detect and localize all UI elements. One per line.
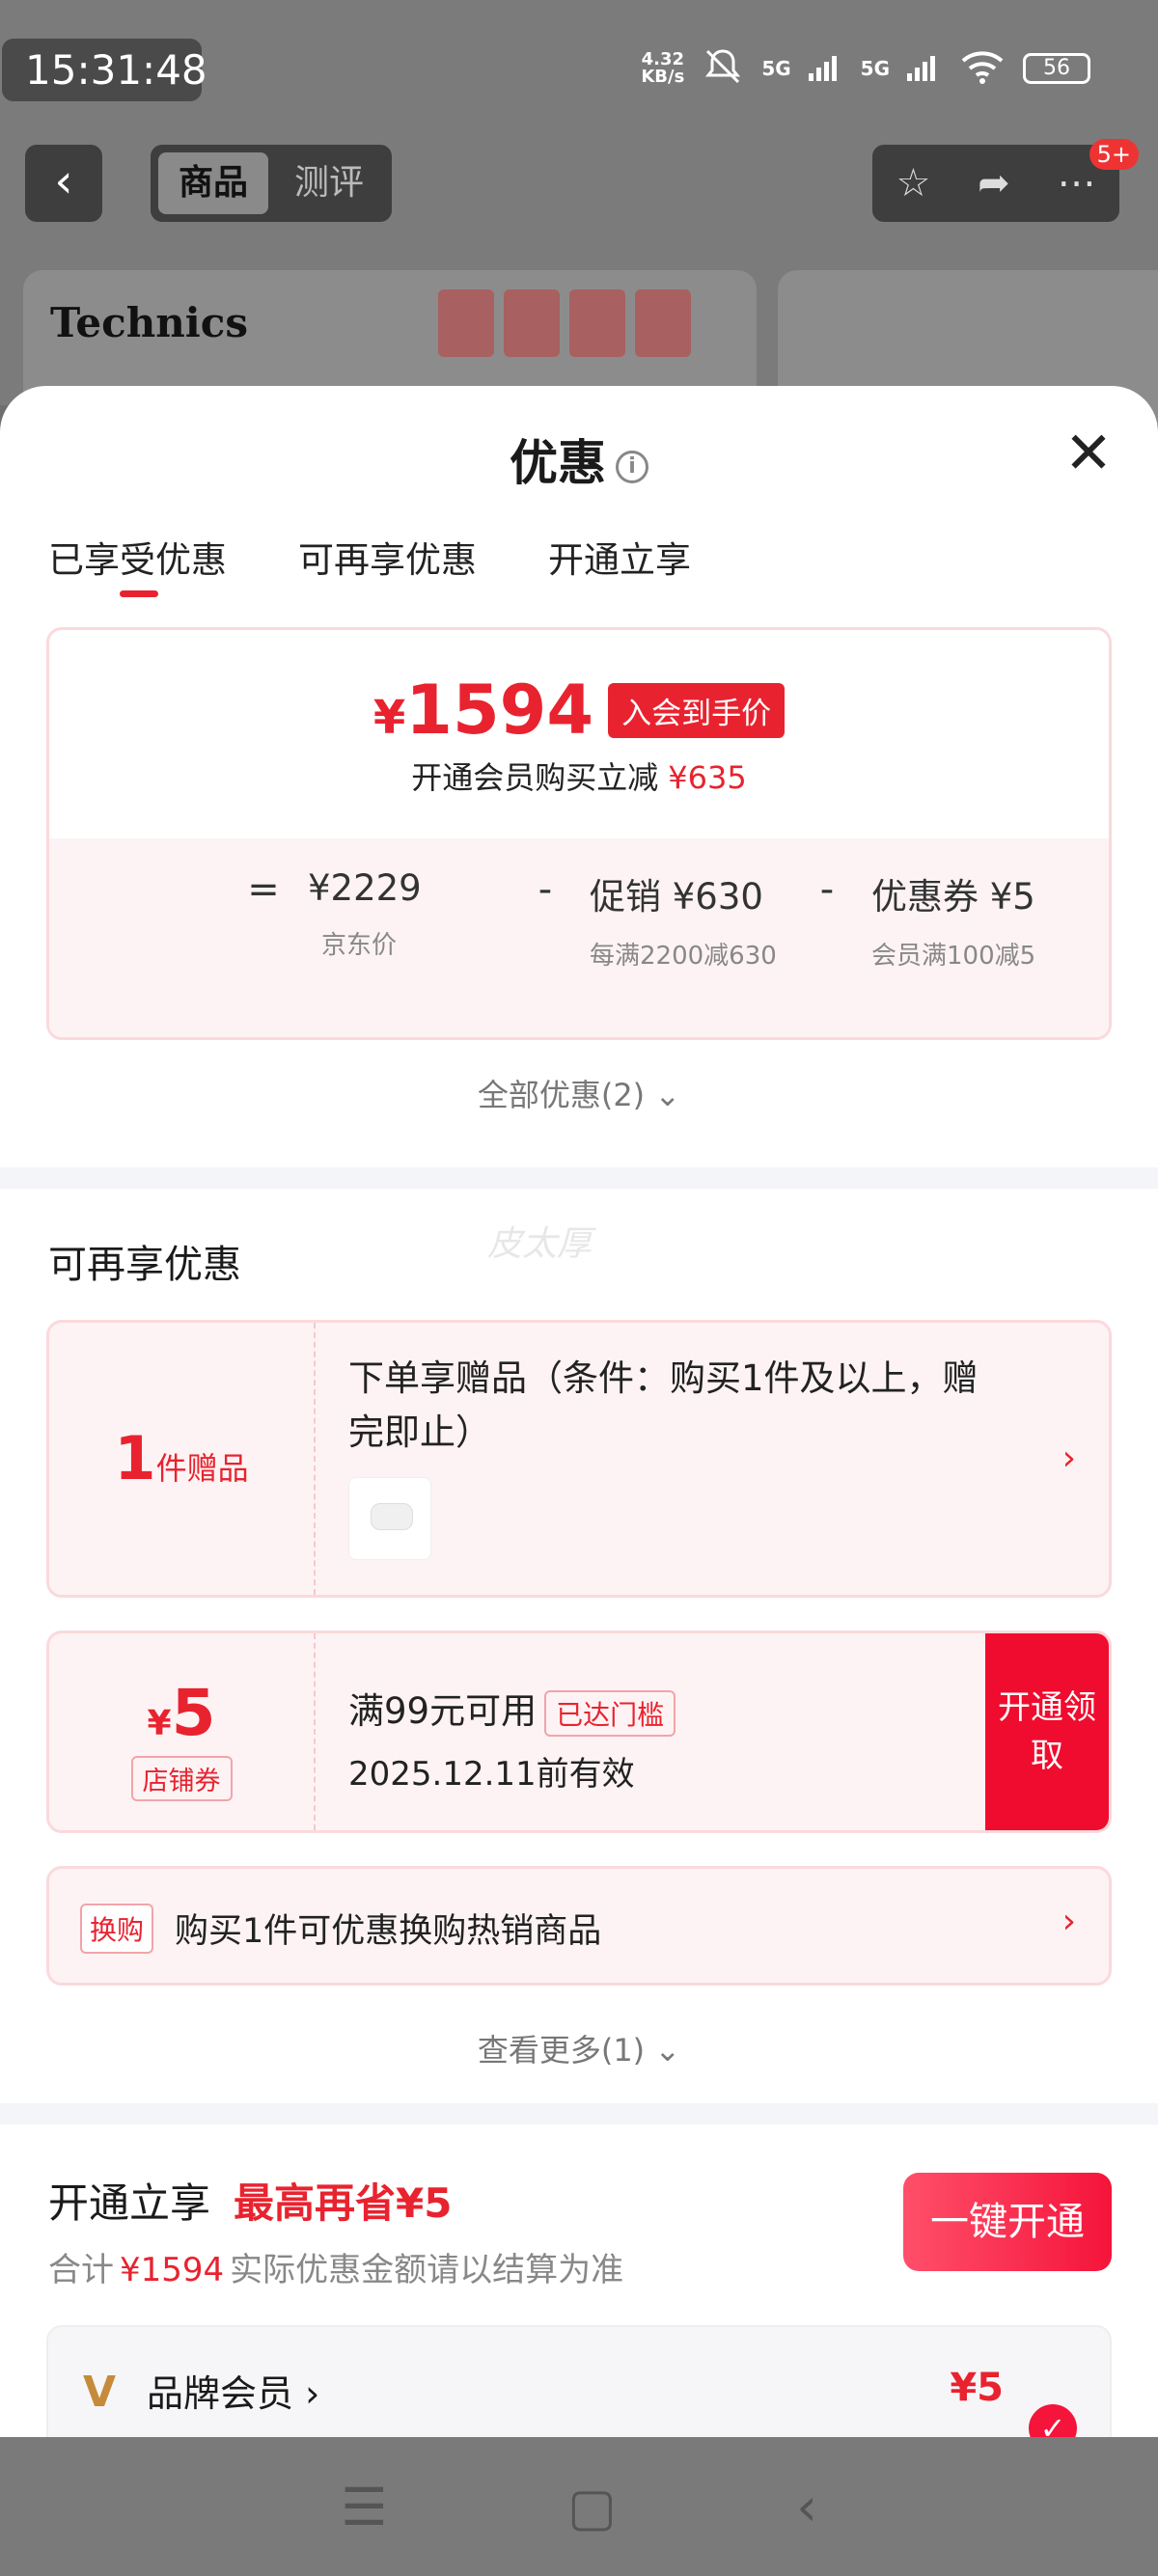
brand-member-icon: V [83,2368,117,2417]
tab-review[interactable]: 测评 [274,152,384,214]
status-bar: 15:31:48 4.32 KB/s 5G 5G 56 [0,0,1158,135]
calc-operator: = [247,867,280,912]
threshold-badge: 已达门槛 [544,1689,676,1737]
coupon-value: ¥5 店铺券 [49,1633,316,1830]
chevron-down-icon: ⌄ [654,2032,681,2069]
share-icon[interactable]: ➦ [978,161,1010,206]
home-icon[interactable]: ▢ [567,2477,617,2537]
notification-badge: 5+ [1089,139,1139,170]
calc-item-jd-price: ¥2229 京东价 [308,867,422,960]
system-nav-bar: ☰ ▢ ‹ [0,2437,1158,2576]
award-badge [438,289,494,357]
final-price-line: ¥1594 入会到手价 [49,671,1109,750]
brand-member-card[interactable]: V 品牌会员 › ¥5 ✓ [46,2325,1112,2437]
discount-sheet: 优惠 i ✕ 已享受优惠 可再享优惠 开通立享 ¥1594 入会到手价 开通会员购… [0,386,1158,2437]
signal-5g-2: 5G [860,57,890,80]
swap-description: 购买1件可优惠换购热销商品 [175,1912,602,1951]
star-icon[interactable]: ☆ [896,161,930,206]
signal-5g-1: 5G [761,57,791,80]
calc-item-promo: 促销 ¥630 每满2200减630 [590,876,777,971]
watermark: 皮太厚 [487,1224,593,1264]
battery-icon: 56 [1023,53,1090,84]
open-enjoy-total: 合计 ¥1594 实际优惠金额请以结算为准 [48,2251,624,2289]
coupon-condition: 满99元可用 已达门槛 [348,1682,676,1737]
coupon-expiry: 2025.12.11前有效 [348,1755,635,1794]
calc-operator: - [538,867,553,912]
open-claim-button[interactable]: 开通领取 [985,1633,1109,1830]
chevron-down-icon: ⌄ [654,1077,681,1113]
status-time: 15:31:48 [2,39,207,101]
sheet-tabs: 已享受优惠 可再享优惠 开通立享 [48,531,691,597]
status-icons: 4.32 KB/s 5G 5G 56 [641,44,1090,93]
signal-bars-icon [808,52,843,85]
final-price: ¥1594 [372,671,594,750]
nav-tabs: 商品 测评 [151,145,392,222]
tab-product[interactable]: 商品 [158,152,268,214]
check-icon[interactable]: ✓ [1029,2404,1077,2437]
gift-card[interactable]: 1件赠品 下单享赠品（条件：购买1件及以上，赠完即止） › [46,1320,1112,1598]
award-badge [635,289,691,357]
gift-count: 1件赠品 [49,1323,316,1595]
see-more-toggle[interactable]: 查看更多(1) ⌄ [0,2026,1158,2070]
award-badge [569,289,625,357]
award-badges [438,289,691,357]
top-nav: ‹ 商品 测评 ☆ ➦ ⋯ 5+ [0,135,1158,232]
coupon-type-tag: 店铺券 [130,1756,233,1801]
member-price-tag: 入会到手价 [608,682,786,738]
price-breakdown: = ¥2229 京东价 - 促销 ¥630 每满2200减630 - 优惠券 ¥… [49,838,1109,1037]
gift-thumbnail [348,1477,431,1560]
tab-open-enjoy[interactable]: 开通立享 [548,531,691,583]
calc-row: = ¥2229 京东价 - 促销 ¥630 每满2200减630 - 优惠券 ¥… [242,867,1064,973]
chevron-right-icon: › [1062,1439,1076,1478]
open-enjoy-title: 开通立享 最高再省¥5 [48,2179,453,2227]
info-icon[interactable]: i [616,450,648,483]
calc-item-coupon: 优惠券 ¥5 会员满100减5 [871,876,1036,971]
brand-member-title: 品牌会员 › [147,2372,320,2415]
one-click-open-button[interactable]: 一键开通 [903,2173,1112,2271]
tab-enjoyed[interactable]: 已享受优惠 [48,531,227,597]
menu-icon[interactable]: ☰ [341,2477,387,2537]
award-badge [504,289,560,357]
brand-member-price: ¥5 [950,2366,1004,2410]
chevron-right-icon: › [1062,1902,1076,1941]
swap-card[interactable]: 换购 购买1件可优惠换购热销商品 › [46,1866,1112,1986]
nav-actions: ☆ ➦ ⋯ [872,145,1119,222]
section-title-more-offers: 可再享优惠 [48,1243,241,1287]
member-discount-line: 开通会员购买立减 ¥635 [411,759,747,796]
all-offers-toggle[interactable]: 全部优惠(2) ⌄ [0,1071,1158,1115]
brand-logo: Technics [50,299,248,346]
swap-tag: 换购 [80,1904,154,1954]
back-icon[interactable]: ‹ [796,2477,817,2537]
wifi-icon [959,49,1006,88]
more-icon[interactable]: ⋯ [1058,161,1096,206]
section-divider [0,2103,1158,2124]
coupon-card: ¥5 店铺券 满99元可用 已达门槛 2025.12.11前有效 开通领取 [46,1631,1112,1833]
price-card: ¥1594 入会到手价 开通会员购买立减 ¥635 = ¥2229 京东价 - 促… [46,627,1112,1040]
sheet-title: 优惠 i [0,425,1158,494]
gift-description: 下单享赠品（条件：购买1件及以上，赠完即止） [348,1357,979,1453]
tab-more-offers[interactable]: 可再享优惠 [298,531,477,583]
back-button[interactable]: ‹ [25,145,102,222]
close-button[interactable]: ✕ [1062,425,1116,482]
price-summary: ¥1594 入会到手价 开通会员购买立减 ¥635 [49,630,1109,838]
section-divider [0,1167,1158,1189]
calc-operator: - [819,867,835,912]
net-speed: 4.32 KB/s [641,49,685,87]
signal-bars-icon-2 [907,52,942,85]
mute-icon [702,47,744,90]
